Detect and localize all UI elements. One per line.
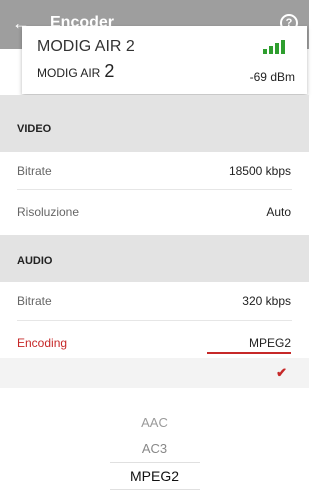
encoding-focus-underline <box>207 352 291 354</box>
signal-strength: -69 dBm <box>249 70 295 84</box>
video-bitrate-label: Bitrate <box>17 164 52 178</box>
confirm-row: ✔ <box>0 358 309 388</box>
device-card[interactable]: MODIG AIR 2 MODIG AIR 2 -69 dBm <box>22 26 307 94</box>
audio-bitrate-label: Bitrate <box>17 294 52 308</box>
picker-option-aac[interactable]: AAC <box>0 415 309 430</box>
audio-bitrate-value[interactable]: 320 kbps <box>242 294 291 308</box>
picker-option-mpeg2[interactable]: MPEG2 <box>0 468 309 484</box>
divider <box>17 189 292 190</box>
picker-option-ac3[interactable]: AC3 <box>0 441 309 456</box>
device-number: 2 <box>104 61 115 81</box>
video-section-title: VIDEO <box>17 123 52 135</box>
audio-section-title: AUDIO <box>17 255 53 267</box>
signal-bars-icon <box>263 40 285 54</box>
audio-encoding-label: Encoding <box>17 336 68 350</box>
checkmark-icon[interactable]: ✔ <box>276 365 287 381</box>
video-resolution-label: Risoluzione <box>17 205 80 219</box>
video-bitrate-value[interactable]: 18500 kbps <box>229 164 291 178</box>
device-name-scrolled: MODIG AIR 2 <box>37 38 135 55</box>
picker-selection-line-top <box>110 462 200 463</box>
device-name-label: MODIG AIR <box>37 66 101 80</box>
device-name: MODIG AIR 2 <box>37 61 114 82</box>
divider <box>17 320 292 321</box>
video-resolution-value[interactable]: Auto <box>266 205 291 219</box>
picker-selection-line-bottom <box>110 489 200 490</box>
audio-encoding-select[interactable]: MPEG2 <box>249 336 291 350</box>
